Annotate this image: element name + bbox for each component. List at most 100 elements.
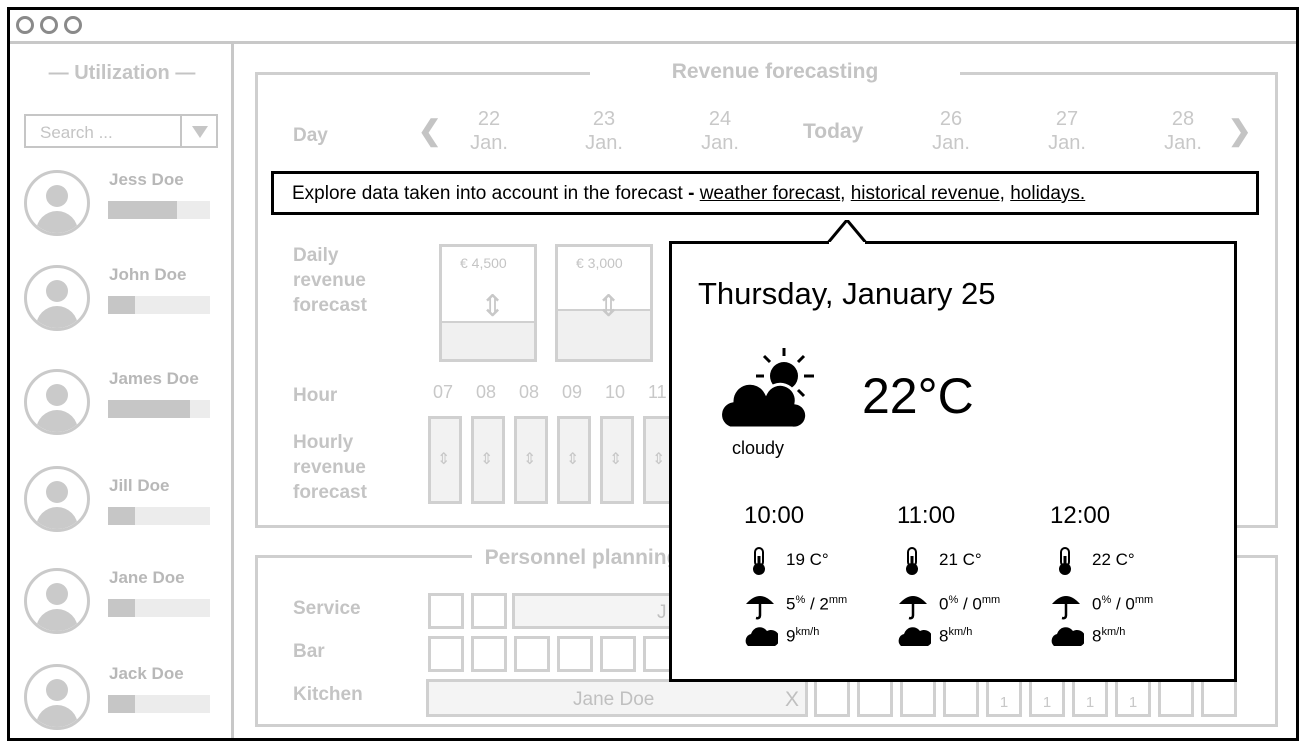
user-item[interactable]: Jane Doe bbox=[24, 568, 224, 638]
precip-value: 5% / 2mm bbox=[786, 594, 847, 615]
utilization-fill bbox=[108, 507, 135, 525]
search-placeholder[interactable]: Search ... bbox=[40, 123, 113, 143]
utilization-fill bbox=[108, 599, 135, 617]
shift-slot[interactable] bbox=[900, 679, 936, 717]
hourly-forecast-cell[interactable]: ⇕ bbox=[557, 416, 591, 504]
shift-slot-count[interactable]: 1 bbox=[1072, 679, 1108, 717]
window-minimize-button[interactable] bbox=[40, 16, 58, 34]
remove-employee-button[interactable]: X bbox=[785, 688, 799, 712]
shift-slot[interactable] bbox=[943, 679, 979, 717]
shift-slot-count[interactable]: 1 bbox=[986, 679, 1022, 717]
user-name: John Doe bbox=[109, 265, 187, 284]
shift-slot[interactable] bbox=[428, 636, 464, 672]
day-month: Jan. bbox=[1164, 132, 1202, 154]
separator: / bbox=[805, 594, 820, 614]
mm-unit: mm bbox=[1134, 594, 1154, 606]
shift-slot[interactable] bbox=[471, 593, 507, 629]
utilization-bar bbox=[108, 507, 210, 525]
shift-slot[interactable] bbox=[1158, 679, 1194, 717]
mm-unit: mm bbox=[981, 594, 1001, 606]
hourly-forecast-cell[interactable]: ⇕ bbox=[514, 416, 548, 504]
hourly-forecast-cell[interactable]: ⇕ bbox=[600, 416, 634, 504]
user-item[interactable]: Jill Doe bbox=[24, 466, 224, 536]
day-number: 27 bbox=[1055, 108, 1079, 130]
precip-value: 0% / 0mm bbox=[939, 594, 1000, 615]
mm-unit: mm bbox=[828, 594, 848, 606]
window-close-button[interactable] bbox=[16, 16, 34, 34]
drag-updown-icon: ⇕ bbox=[437, 451, 451, 468]
cloud-icon bbox=[898, 627, 931, 646]
user-item[interactable]: Jack Doe bbox=[24, 664, 224, 734]
hour-label-item: 08 bbox=[476, 382, 497, 402]
wind-value: 9km/h bbox=[786, 626, 819, 647]
shift-slot[interactable] bbox=[1201, 679, 1237, 717]
precip-value: 0% / 0mm bbox=[1092, 594, 1153, 615]
today-tab[interactable]: Today bbox=[803, 120, 863, 144]
day-number: 23 bbox=[592, 108, 616, 130]
search-dropdown[interactable]: Search ... bbox=[24, 114, 218, 148]
shift-slot[interactable] bbox=[814, 679, 850, 717]
shift-slot[interactable] bbox=[428, 593, 464, 629]
user-item[interactable]: John Doe bbox=[24, 265, 224, 335]
day-number: 26 bbox=[939, 108, 963, 130]
day-23[interactable]: 23 Jan. bbox=[574, 107, 634, 155]
utilization-bar bbox=[108, 296, 210, 314]
dropdown-toggle[interactable] bbox=[180, 116, 216, 146]
shift-slot-count[interactable]: 1 bbox=[1029, 679, 1065, 717]
user-item[interactable]: Jess Doe bbox=[24, 170, 224, 240]
umbrella-icon bbox=[746, 596, 774, 620]
weather-forecast-link[interactable]: weather forecast bbox=[700, 183, 840, 204]
window-maximize-button[interactable] bbox=[64, 16, 82, 34]
day-26[interactable]: 26 Jan. bbox=[921, 107, 981, 155]
drag-updown-icon[interactable]: ⇕ bbox=[480, 292, 505, 322]
drag-updown-icon: ⇕ bbox=[652, 451, 666, 468]
holidays-link[interactable]: holidays. bbox=[1010, 183, 1085, 204]
wind-unit: km/h bbox=[1101, 626, 1126, 638]
prev-day-arrow-icon[interactable]: ❮ bbox=[418, 114, 441, 147]
shift-slot[interactable] bbox=[600, 636, 636, 672]
daily-forecast-value: € 4,500 bbox=[460, 255, 507, 271]
bar-label: Bar bbox=[293, 641, 325, 662]
drag-updown-icon: ⇕ bbox=[609, 451, 623, 468]
shift-slot[interactable] bbox=[514, 636, 550, 672]
kitchen-label: Kitchen bbox=[293, 684, 363, 705]
day-month: Jan. bbox=[470, 132, 508, 154]
day-number: 24 bbox=[708, 108, 732, 130]
day-22[interactable]: 22 Jan. bbox=[459, 107, 519, 155]
separator: / bbox=[1111, 594, 1126, 614]
avatar bbox=[24, 265, 90, 331]
drag-updown-icon: ⇕ bbox=[523, 451, 537, 468]
shift-slot[interactable] bbox=[557, 636, 593, 672]
shift-slot[interactable] bbox=[857, 679, 893, 717]
next-day-arrow-icon[interactable]: ❯ bbox=[1228, 114, 1251, 147]
rain-mm: 2 bbox=[819, 594, 829, 614]
hourly-forecast-cell[interactable]: ⇕ bbox=[428, 416, 462, 504]
utilization-fill bbox=[108, 201, 178, 219]
daily-forecast-card[interactable]: € 3,000 ⇕ bbox=[555, 244, 653, 362]
historical-revenue-link[interactable]: historical revenue bbox=[851, 183, 1000, 204]
temp-value: 21 C° bbox=[939, 550, 982, 569]
daily-forecast-card[interactable]: € 4,500 ⇕ bbox=[439, 244, 537, 362]
day-28[interactable]: 28 Jan. bbox=[1153, 107, 1213, 155]
day-27[interactable]: 27 Jan. bbox=[1037, 107, 1097, 155]
wind-value: 8km/h bbox=[1092, 626, 1125, 647]
shift-slot[interactable] bbox=[471, 636, 507, 672]
slot-time: 12:00 bbox=[1050, 502, 1111, 529]
utilization-sidebar: — Utilization — Search ... Jess Doe John… bbox=[10, 44, 234, 738]
rain-mm: 0 bbox=[972, 594, 982, 614]
shift-slot-count[interactable]: 1 bbox=[1115, 679, 1151, 717]
hour-label-item: 09 bbox=[562, 382, 583, 402]
hour-label: Hour bbox=[293, 385, 338, 406]
partly-cloudy-icon bbox=[722, 348, 814, 430]
wind-value: 8km/h bbox=[939, 626, 972, 647]
hourly-forecast-cell[interactable]: ⇕ bbox=[471, 416, 505, 504]
slot-time: 11:00 bbox=[897, 502, 956, 529]
assigned-employee[interactable]: Jane Doe X bbox=[426, 679, 808, 717]
title-bar bbox=[10, 10, 1296, 44]
drag-updown-icon: ⇕ bbox=[566, 451, 580, 468]
day-24[interactable]: 24 Jan. bbox=[690, 107, 750, 155]
user-item[interactable]: James Doe bbox=[24, 369, 224, 439]
app-window: — Utilization — Search ... Jess Doe John… bbox=[7, 7, 1299, 741]
drag-updown-icon[interactable]: ⇕ bbox=[596, 292, 621, 322]
thermometer-icon bbox=[753, 547, 765, 575]
